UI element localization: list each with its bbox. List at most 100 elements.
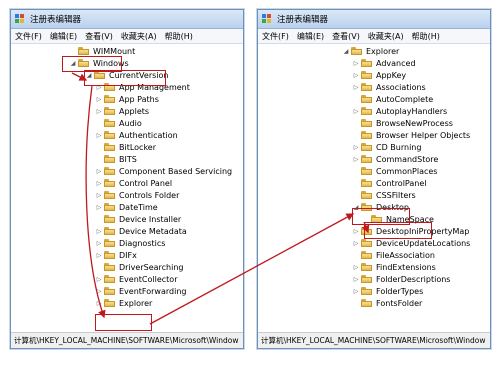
menu-file[interactable]: 文件(F) xyxy=(262,31,289,42)
tree-item[interactable]: ▷ Applets xyxy=(95,105,149,117)
tree-item[interactable]: ◢ Windows xyxy=(69,57,129,69)
tree-item[interactable]: ▷ App Paths xyxy=(95,93,159,105)
folder-icon xyxy=(104,131,115,139)
tree-item[interactable]: ▷ EventCollector xyxy=(95,273,178,285)
expand-toggle-icon[interactable]: ▷ xyxy=(95,228,103,235)
menu-favorites[interactable]: 收藏夹(A) xyxy=(121,31,157,42)
folder-icon xyxy=(361,71,372,79)
tree-item[interactable]: ▷ DeviceUpdateLocations xyxy=(352,237,471,249)
tree-item[interactable]: AutoComplete xyxy=(352,93,433,105)
tree-item[interactable]: ▷ FolderDescriptions xyxy=(352,273,451,285)
tree-item[interactable]: ▷ Control Panel xyxy=(95,177,172,189)
expand-toggle-icon[interactable]: ▷ xyxy=(352,156,360,163)
tree-item-label: FileAssociation xyxy=(376,250,435,260)
expand-toggle-icon[interactable]: ◢ xyxy=(352,204,360,211)
folder-icon xyxy=(104,287,115,295)
tree-item-label: FolderDescriptions xyxy=(376,274,451,284)
tree-item[interactable]: FileAssociation xyxy=(352,249,435,261)
tree-item[interactable]: BitLocker xyxy=(95,141,156,153)
tree-item[interactable]: Browser Helper Objects xyxy=(352,129,470,141)
tree-item[interactable]: ▷ CommandStore xyxy=(352,153,439,165)
tree-item[interactable]: ▷ Authentication xyxy=(95,129,178,141)
tree-item[interactable]: ▷ FindExtensions xyxy=(352,261,436,273)
tree-item[interactable]: BITS xyxy=(95,153,137,165)
menu-view[interactable]: 查看(V) xyxy=(85,31,113,42)
tree-item[interactable]: FontsFolder xyxy=(352,297,422,309)
tree-item[interactable]: ◢ Explorer xyxy=(342,45,400,57)
expand-toggle-icon[interactable]: ▷ xyxy=(352,228,360,235)
tree-item[interactable]: Audio xyxy=(95,117,142,129)
tree-item[interactable]: ▷ Controls Folder xyxy=(95,189,180,201)
menu-favorites[interactable]: 收藏夹(A) xyxy=(368,31,404,42)
expand-toggle-icon[interactable]: ▷ xyxy=(352,276,360,283)
expand-toggle-icon[interactable]: ▷ xyxy=(352,108,360,115)
tree-item[interactable]: ▷ AutoplayHandlers xyxy=(352,105,448,117)
expand-toggle-icon[interactable]: ▷ xyxy=(352,144,360,151)
tree-item[interactable]: CSSFilters xyxy=(352,189,416,201)
expand-toggle-icon[interactable]: ▷ xyxy=(95,288,103,295)
title-bar[interactable]: 注册表编辑器 xyxy=(11,10,243,29)
tree-item[interactable]: ▷ AppKey xyxy=(352,69,406,81)
expand-toggle-icon[interactable]: ▷ xyxy=(95,204,103,211)
folder-icon xyxy=(361,131,372,139)
tree-item[interactable]: ◢ Desktop xyxy=(352,201,409,213)
tree-item[interactable]: ▷ FolderTypes xyxy=(352,285,424,297)
expand-toggle-icon[interactable]: ▷ xyxy=(95,252,103,259)
tree-item[interactable]: CommonPlaces xyxy=(352,165,437,177)
expand-toggle-icon[interactable]: ▷ xyxy=(95,96,103,103)
tree-item[interactable]: ▷ App Management xyxy=(95,81,190,93)
menu-view[interactable]: 查看(V) xyxy=(332,31,360,42)
expand-toggle-icon[interactable]: ▷ xyxy=(352,240,360,247)
expand-toggle-icon[interactable]: ◢ xyxy=(342,48,350,55)
tree-item[interactable]: ▷ DIFx xyxy=(95,249,137,261)
expand-toggle-icon[interactable]: ▷ xyxy=(352,60,360,67)
menu-bar: 文件(F) 编辑(E) 查看(V) 收藏夹(A) 帮助(H) xyxy=(258,29,490,44)
expand-toggle-icon[interactable]: ▷ xyxy=(352,72,360,79)
expand-toggle-icon[interactable]: ▷ xyxy=(95,300,103,307)
tree-item[interactable]: ControlPanel xyxy=(352,177,427,189)
expand-toggle-icon[interactable]: ▷ xyxy=(95,168,103,175)
tree-item[interactable]: ▷ Associations xyxy=(352,81,426,93)
expand-toggle-icon[interactable]: ▷ xyxy=(352,288,360,295)
tree-item[interactable]: ▷ Device Metadata xyxy=(95,225,187,237)
tree-item[interactable]: ▷ DateTime xyxy=(95,201,158,213)
folder-icon xyxy=(361,59,372,67)
expand-toggle-icon[interactable]: ▷ xyxy=(95,240,103,247)
expand-toggle-icon[interactable]: ▷ xyxy=(95,192,103,199)
folder-icon xyxy=(104,191,115,199)
menu-help[interactable]: 帮助(H) xyxy=(165,31,193,42)
tree-item[interactable]: ▷ Diagnostics xyxy=(95,237,166,249)
folder-icon xyxy=(104,107,115,115)
tree-item[interactable]: ▷ Advanced xyxy=(352,57,416,69)
folder-icon xyxy=(371,215,382,223)
tree-item[interactable]: ◢ CurrentVersion xyxy=(85,69,169,81)
regedit-app-icon xyxy=(262,14,273,24)
expand-toggle-icon[interactable]: ▷ xyxy=(95,180,103,187)
menu-help[interactable]: 帮助(H) xyxy=(412,31,440,42)
title-bar[interactable]: 注册表编辑器 xyxy=(258,10,490,29)
tree-item[interactable]: DriverSearching xyxy=(95,261,183,273)
tree-item[interactable]: ▷ DesktopIniPropertyMap xyxy=(352,225,470,237)
expand-toggle-icon[interactable]: ▷ xyxy=(352,84,360,91)
expand-toggle-icon[interactable]: ▷ xyxy=(352,264,360,271)
tree-item[interactable]: BrowseNewProcess xyxy=(352,117,453,129)
menu-file[interactable]: 文件(F) xyxy=(15,31,42,42)
menu-edit[interactable]: 编辑(E) xyxy=(50,31,77,42)
expand-toggle-icon[interactable]: ◢ xyxy=(85,72,93,79)
tree-item-label: Device Installer xyxy=(119,214,182,224)
tree-item[interactable]: WIMMount xyxy=(69,45,135,57)
tree-item[interactable]: ▷ CD Burning xyxy=(352,141,422,153)
tree-item[interactable]: NameSpace xyxy=(362,213,434,225)
menu-edit[interactable]: 编辑(E) xyxy=(297,31,324,42)
expand-toggle-icon[interactable]: ▷ xyxy=(95,132,103,139)
tree-item[interactable]: ▷ Explorer xyxy=(95,297,153,309)
expand-toggle-icon[interactable]: ▷ xyxy=(95,276,103,283)
expand-toggle-icon[interactable]: ▷ xyxy=(95,108,103,115)
tree-item-label: CommonPlaces xyxy=(376,166,438,176)
tree-item[interactable]: Device Installer xyxy=(95,213,181,225)
expand-toggle-icon[interactable]: ◢ xyxy=(69,60,77,67)
expand-toggle-icon[interactable]: ▷ xyxy=(95,84,103,91)
tree-item[interactable]: ▷ EventForwarding xyxy=(95,285,187,297)
tree-item[interactable]: ▷ Component Based Servicing xyxy=(95,165,232,177)
tree-item-label: DeviceUpdateLocations xyxy=(376,238,471,248)
